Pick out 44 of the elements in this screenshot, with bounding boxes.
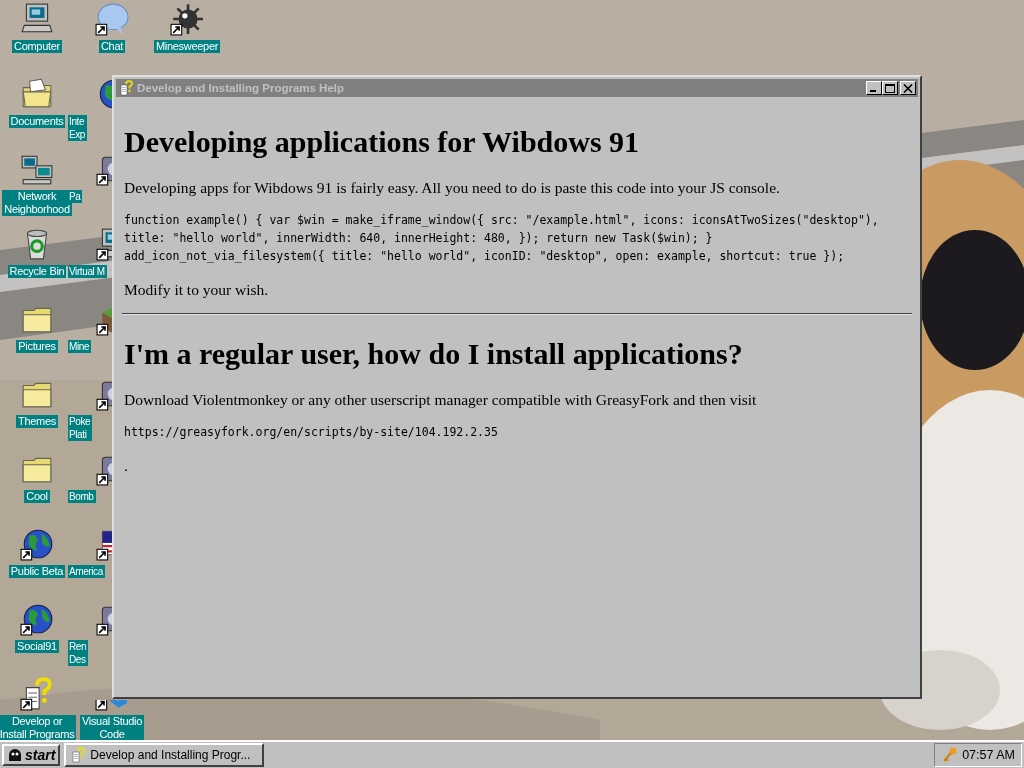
icon-label[interactable]: America: [68, 565, 105, 578]
icon-label[interactable]: Recycle Bin: [7, 265, 67, 278]
taskbar-button[interactable]: Develop and Installing Progr...: [64, 743, 265, 767]
shortcut-help-document-icon[interactable]: [20, 677, 54, 711]
icon-label[interactable]: Ren Des: [68, 640, 89, 666]
icon-label[interactable]: Documents: [8, 115, 66, 128]
start-button[interactable]: start: [2, 744, 61, 766]
icon-label[interactable]: Develop or Install Programs: [0, 715, 77, 740]
icon-label[interactable]: Virtual M: [68, 265, 107, 278]
clock: 07:57 AM: [962, 748, 1015, 762]
help-document-icon: [70, 747, 87, 763]
shortcut-globe-icon[interactable]: [20, 602, 54, 636]
window-title: Develop and Installing Programs Help: [137, 82, 346, 94]
paragraph: Modify it to your wish.: [124, 281, 270, 299]
close-icon: [903, 83, 913, 93]
maximize-icon: [885, 83, 895, 93]
code-line: https://greasyfork.org/en/scripts/by-site/104.192.2.35: [124, 424, 499, 441]
paragraph: .: [124, 457, 129, 475]
icon-label[interactable]: Minesweeper: [153, 40, 221, 53]
ghost-icon: [7, 747, 23, 763]
minimize-icon: [870, 89, 876, 92]
section-heading: I'm a regular user, how do I install applications?: [124, 337, 744, 371]
shortcut-mine-icon[interactable]: [170, 2, 204, 36]
icon-label[interactable]: Computer: [12, 40, 62, 53]
icon-label[interactable]: Inte Exp: [68, 115, 88, 141]
icon-label[interactable]: Pa: [68, 190, 83, 203]
icon-label[interactable]: Pictures: [16, 340, 58, 353]
shortcut-globe-icon[interactable]: [20, 527, 54, 561]
section-heading: Developing applications for Wibdows 91: [124, 125, 641, 159]
help-document-icon: [118, 80, 134, 96]
icon-label[interactable]: Cool: [24, 490, 50, 503]
icon-label[interactable]: Public Beta: [8, 565, 66, 578]
icon-label[interactable]: Poke Plati: [68, 415, 93, 441]
shortcut-speech-bubble-icon[interactable]: [95, 2, 129, 36]
code-line: add_icon_not_via_filesystem({ title: "hello world", iconID: "desktop", open: example, shortcut: true });: [124, 248, 846, 265]
icon-label[interactable]: Chat: [98, 40, 125, 53]
paragraph: Developing apps for Wibdows 91 is fairly easy. All you need to do is paste this code into your JS console.: [124, 179, 781, 197]
key-icon: [941, 747, 958, 763]
icon-label[interactable]: Mine: [68, 340, 92, 353]
icon-label[interactable]: Themes: [16, 415, 58, 428]
icon-label[interactable]: Social91: [15, 640, 59, 653]
paragraph: Download Violentmonkey or any other userscript manager compatible with GreasyFork and then visit: [124, 391, 758, 409]
icon-label[interactable]: Bomb: [68, 490, 96, 503]
icon-label[interactable]: Visual Studio Code: [79, 715, 145, 740]
